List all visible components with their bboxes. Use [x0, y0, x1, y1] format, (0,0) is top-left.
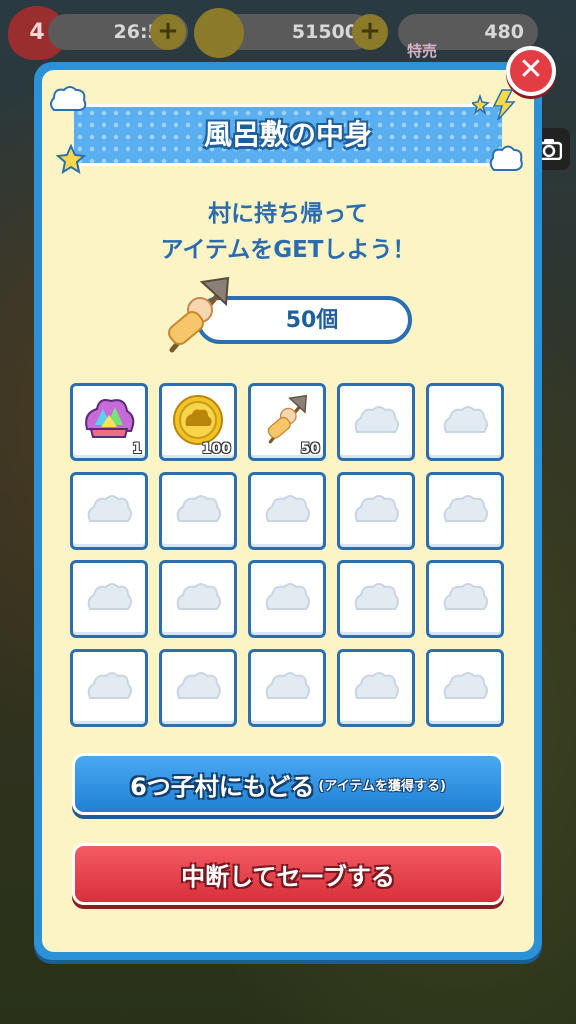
item-slot[interactable]	[337, 383, 415, 461]
item-slot[interactable]	[426, 471, 504, 550]
item-slot[interactable]	[159, 560, 237, 638]
empty-slot-icon	[442, 670, 488, 706]
empty-slot-icon	[353, 670, 399, 706]
item-quantity: 50	[300, 441, 320, 457]
item-slot[interactable]	[159, 471, 237, 550]
item-slot[interactable]	[70, 648, 148, 727]
item-slot[interactable]	[337, 648, 415, 727]
item-slot[interactable]	[248, 560, 326, 638]
star-icon	[56, 144, 86, 174]
empty-slot-icon	[86, 581, 132, 617]
empty-slot-icon	[442, 581, 488, 617]
save-button-label: 中断してセーブする	[181, 862, 395, 891]
title-banner: 風呂敷の中身	[74, 104, 502, 166]
rainbow-crystal-icon	[81, 395, 137, 449]
item-slot[interactable]	[337, 560, 415, 638]
item-count: 50個	[285, 308, 339, 333]
empty-slot-icon	[175, 581, 221, 617]
add-coins-button[interactable]: +	[352, 14, 388, 50]
instruction-line-2: アイテムをGETしよう！	[160, 237, 416, 263]
instruction-text: 村に持ち帰って アイテムをGETしよう！	[60, 196, 516, 268]
item-slot[interactable]	[426, 560, 504, 638]
item-slot[interactable]	[337, 471, 415, 550]
item-slot[interactable]	[70, 471, 148, 550]
empty-slot-icon	[442, 404, 488, 440]
item-quantity: 100	[201, 441, 231, 457]
empty-slot-icon	[175, 670, 221, 706]
item-slot[interactable]	[248, 471, 326, 550]
dialog-title: 風呂敷の中身	[203, 118, 372, 151]
empty-slot-icon	[353, 404, 399, 440]
oden-skewer-icon	[168, 276, 230, 353]
item-slot[interactable]	[70, 560, 148, 638]
sparkle-lightning-icon	[472, 89, 516, 121]
empty-slot-icon	[353, 581, 399, 617]
item-slot[interactable]: 1	[70, 383, 148, 461]
top-hud: 4 26:59 + 51500 + 480 特売	[0, 0, 576, 70]
item-quantity: 1	[132, 441, 142, 457]
empty-slot-icon	[86, 670, 132, 706]
empty-slot-icon	[442, 493, 488, 529]
item-slot[interactable]	[248, 648, 326, 727]
return-to-village-button[interactable]: 6つ子村にもどる (アイテムを獲得する)	[72, 753, 504, 815]
empty-slot-icon	[175, 493, 221, 529]
suspend-save-button[interactable]: 中断してセーブする	[72, 843, 504, 905]
empty-slot-icon	[264, 670, 310, 706]
cloud-puff-icon	[50, 86, 87, 111]
sale-badge[interactable]: 特売	[392, 18, 452, 60]
item-slot[interactable]	[426, 383, 504, 461]
item-grid: 1 100 50	[70, 383, 506, 727]
empty-slot-icon	[86, 493, 132, 529]
return-button-label: 6つ子村にもどる	[130, 772, 315, 801]
empty-slot-icon	[353, 493, 399, 529]
item-slot[interactable]: 50	[248, 383, 326, 461]
empty-slot-icon	[264, 581, 310, 617]
item-slot[interactable]	[426, 648, 504, 727]
cloud-puff-icon	[489, 145, 523, 171]
item-slot[interactable]	[159, 648, 237, 727]
coin-icon	[194, 8, 244, 58]
close-icon: ✕	[518, 52, 544, 87]
item-slot[interactable]: 100	[159, 383, 237, 461]
empty-slot-icon	[264, 493, 310, 529]
return-button-sublabel: (アイテムを獲得する)	[318, 778, 446, 794]
instruction-line-1: 村に持ち帰って	[208, 201, 368, 227]
add-stamina-button[interactable]: +	[150, 14, 186, 50]
